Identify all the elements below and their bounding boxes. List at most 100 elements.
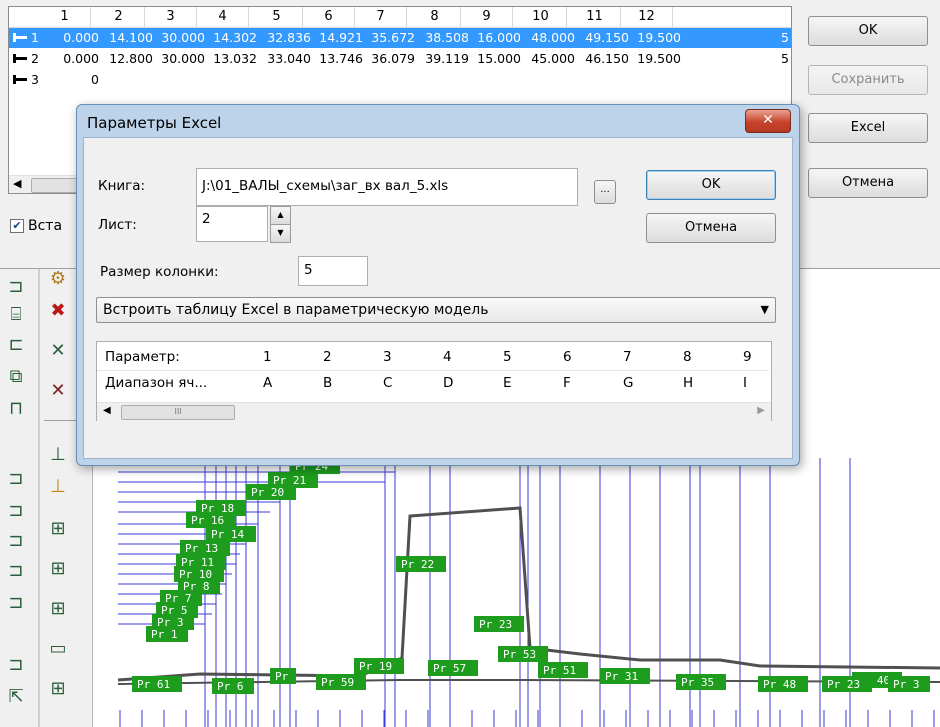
table-row[interactable]: 1 0.000 14.100 30.000 14.302 32.836 14.921 35.6… xyxy=(9,28,791,48)
param-cell[interactable]: 2 xyxy=(323,349,332,365)
tool-icon-3[interactable]: ⊏ xyxy=(4,334,28,356)
tool-icon-10[interactable]: ⊐ xyxy=(4,592,28,614)
param-cell[interactable]: 6 xyxy=(563,349,572,365)
parameter-table[interactable]: Параметр: 1 2 3 4 5 6 7 8 9 Диапазон яч... A B C D E F G… xyxy=(96,341,772,421)
mode-select[interactable]: Встроить таблицу Excel в параметрическую… xyxy=(96,297,776,323)
param-cell[interactable]: H xyxy=(683,375,693,391)
tool-icon-4[interactable]: ⧉ xyxy=(4,366,28,388)
param-cell[interactable]: I xyxy=(743,375,747,391)
grid-column-header[interactable]: 7 xyxy=(355,7,407,27)
tool-icon-16[interactable]: ⊞ xyxy=(46,558,70,580)
grid-column-header[interactable]: 5 xyxy=(251,7,303,27)
browse-button[interactable]: ... xyxy=(594,180,616,204)
param-cell[interactable]: D xyxy=(443,375,453,391)
grid-cell[interactable]: 13.032 xyxy=(203,49,257,69)
sheet-field[interactable]: 2 xyxy=(196,206,268,242)
grid-column-header[interactable]: 12 xyxy=(621,7,673,27)
tool-icon-14[interactable]: ⊥ xyxy=(46,476,70,498)
grid-column-header[interactable]: 3 xyxy=(145,7,197,27)
param-cell[interactable]: 1 xyxy=(263,349,272,365)
tool-icon-11[interactable]: ⊐ xyxy=(4,654,28,676)
param-cell[interactable]: C xyxy=(383,375,392,391)
param-cell[interactable]: 7 xyxy=(623,349,632,365)
column-size-field[interactable]: 5 xyxy=(298,256,368,286)
scroll-right-icon[interactable]: ▶ xyxy=(757,405,765,416)
tool-icon-9[interactable]: ⊐ xyxy=(4,560,28,582)
param-cell[interactable]: F xyxy=(563,375,571,391)
tool-icon-7[interactable]: ⊐ xyxy=(4,500,28,522)
param-cell[interactable]: B xyxy=(323,375,332,391)
spin-down-icon[interactable]: ▼ xyxy=(270,224,291,243)
scroll-left-icon[interactable]: ◀ xyxy=(103,405,111,416)
grid-cell[interactable]: 0 xyxy=(45,70,99,90)
tool-icon-8[interactable]: ⊐ xyxy=(4,530,28,552)
param-scroll-thumb[interactable]: III xyxy=(121,405,235,420)
grid-column-header[interactable]: 11 xyxy=(569,7,621,27)
excel-button[interactable]: Excel xyxy=(808,113,928,143)
delete-constraint-icon[interactable]: ✖ xyxy=(46,300,70,322)
grid-column-header[interactable]: 4 xyxy=(197,7,249,27)
grid-cell[interactable]: 36.079 xyxy=(361,49,415,69)
ok-button[interactable]: OK xyxy=(808,16,928,46)
grid-cell[interactable]: 0.000 xyxy=(45,49,99,69)
tool-icon-12[interactable]: ⚙ xyxy=(46,268,70,290)
grid-cell[interactable]: 19.500 xyxy=(627,49,681,69)
save-button[interactable]: Сохранить xyxy=(808,65,928,95)
param-cell[interactable]: 9 xyxy=(743,349,752,365)
grid-cell[interactable]: 35.672 xyxy=(361,28,415,48)
grid-cell[interactable]: 32.836 xyxy=(257,28,311,48)
grid-cell[interactable]: 16.000 xyxy=(467,28,521,48)
grid-cell[interactable]: 0.000 xyxy=(45,28,99,48)
grid-cell[interactable]: 45.000 xyxy=(521,49,575,69)
grid-cell[interactable]: 49.150 xyxy=(575,28,629,48)
grid-cell[interactable]: 30.000 xyxy=(151,28,205,48)
grid-column-header[interactable]: 10 xyxy=(515,7,567,27)
grid-cell[interactable]: 14.302 xyxy=(203,28,257,48)
grid-column-header[interactable]: 9 xyxy=(461,7,513,27)
grid-cell[interactable]: 30.000 xyxy=(151,49,205,69)
close-icon[interactable]: ✕ xyxy=(745,109,791,133)
dialog-ok-button[interactable]: OK xyxy=(646,170,776,200)
tool-icon-6[interactable]: ⊐ xyxy=(4,468,28,490)
grid-cell[interactable]: 48.000 xyxy=(521,28,575,48)
tool-icon-19[interactable]: ⊞ xyxy=(46,678,70,700)
param-cell[interactable]: A xyxy=(263,375,272,391)
param-cell[interactable]: G xyxy=(623,375,633,391)
grid-cell[interactable]: 12.800 xyxy=(99,49,153,69)
grid-cell[interactable]: 13.746 xyxy=(309,49,363,69)
table-row[interactable]: 30 xyxy=(9,70,791,90)
scroll-left-icon[interactable]: ◀ xyxy=(13,177,21,190)
spin-up-icon[interactable]: ▲ xyxy=(270,206,291,225)
grid-column-header[interactable]: 6 xyxy=(303,7,355,27)
table-row[interactable]: 2 0.000 12.800 30.000 13.032 33.040 13.746 36.0… xyxy=(9,49,791,69)
chevron-down-icon[interactable]: ▼ xyxy=(761,298,769,322)
book-path-field[interactable]: J:\01_ВАЛЫ_схемы\заг_вх вал_5.xls xyxy=(196,168,578,206)
cancel-button[interactable]: Отмена xyxy=(808,168,928,198)
grid-cell[interactable]: 15.000 xyxy=(467,49,521,69)
sheet-spinner[interactable]: ▲ ▼ xyxy=(270,206,291,243)
param-cell[interactable]: 8 xyxy=(683,349,692,365)
param-cell[interactable]: 5 xyxy=(503,349,512,365)
tool-icon-15[interactable]: ⊞ xyxy=(46,518,70,540)
grid-column-header[interactable]: 1 xyxy=(39,7,91,27)
grid-column-header[interactable]: 2 xyxy=(93,7,145,27)
param-cell[interactable]: 3 xyxy=(383,349,392,365)
tool-icon-18[interactable]: ▭ xyxy=(46,638,70,660)
param-cell[interactable]: E xyxy=(503,375,512,391)
tool-icon-1[interactable]: ⊐ xyxy=(4,276,28,298)
grid-cell[interactable]: 39.119 xyxy=(415,49,469,69)
dialog-cancel-button[interactable]: Отмена xyxy=(646,213,776,243)
grid-column-header[interactable]: 8 xyxy=(409,7,461,27)
tool-icon-13[interactable]: ⊥ xyxy=(46,444,70,466)
grid-cell[interactable]: 19.500 xyxy=(627,28,681,48)
grid-cell[interactable]: 14.100 xyxy=(99,28,153,48)
tool-icon-2[interactable]: ⌸ xyxy=(4,304,28,326)
grid-cell[interactable]: 33.040 xyxy=(257,49,311,69)
grid-cell[interactable]: 46.150 xyxy=(575,49,629,69)
cursor-icon[interactable]: ⇱ xyxy=(4,686,28,708)
grid-cell[interactable]: 38.508 xyxy=(415,28,469,48)
tool-icon-5[interactable]: ⊓ xyxy=(4,398,28,420)
embed-checkbox[interactable]: ✔ xyxy=(10,219,24,233)
constraint-icon-1[interactable]: ✕ xyxy=(46,340,70,362)
tool-icon-17[interactable]: ⊞ xyxy=(46,598,70,620)
